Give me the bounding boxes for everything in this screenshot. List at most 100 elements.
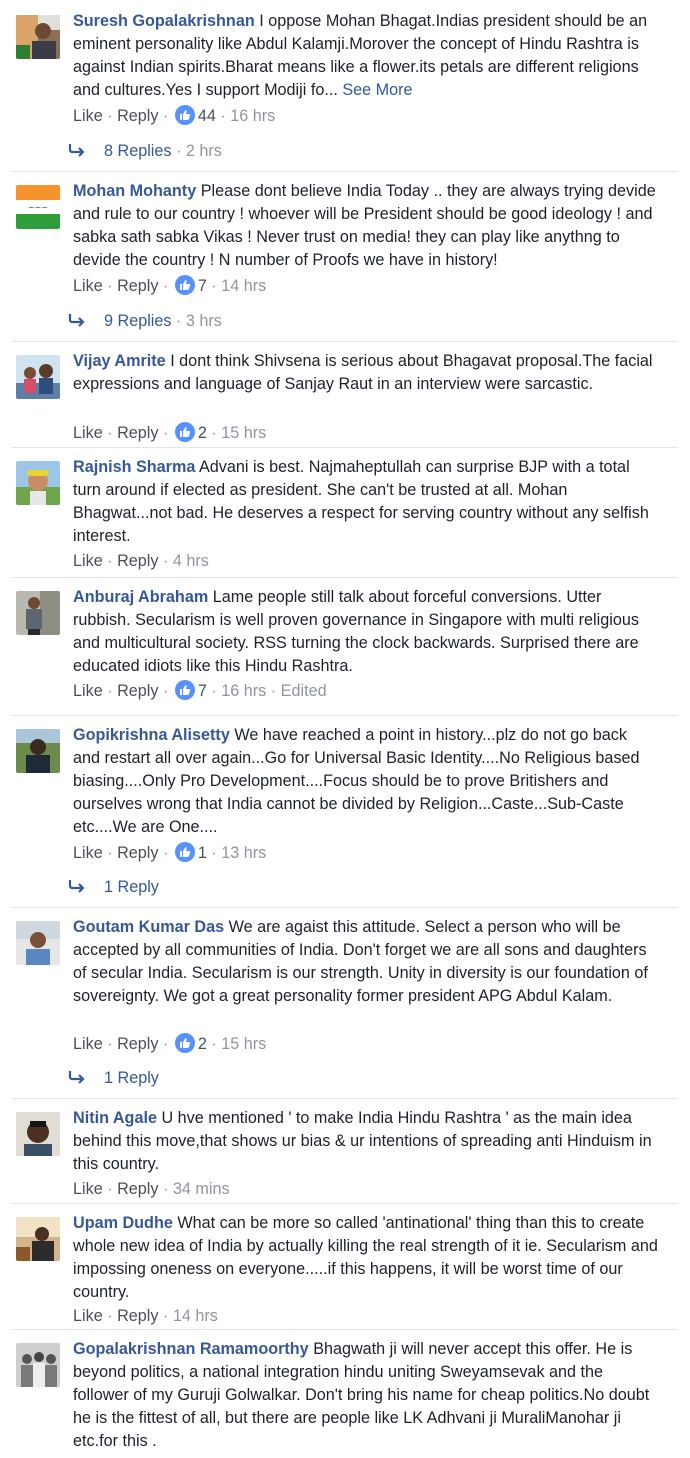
commenter-name[interactable]: Mohan Mohanty [73, 182, 196, 200]
avatar[interactable] [16, 591, 60, 635]
comment-actions: Like · Reply · 14 hrs [73, 1305, 218, 1327]
comment-actions: Like · Reply · 34 mins [73, 1178, 230, 1200]
comment: Gopikrishna Alisetty We have reached a p… [0, 715, 690, 836]
comment-timestamp[interactable]: 14 hrs [221, 277, 266, 295]
comment-divider [12, 1098, 678, 1099]
replies-count[interactable]: 8 Replies [104, 142, 172, 160]
commenter-name[interactable]: Goutam Kumar Das [73, 918, 224, 936]
like-link[interactable]: Like [73, 552, 103, 570]
comment-timestamp[interactable]: 34 mins [173, 1180, 230, 1198]
comment-timestamp[interactable]: 15 hrs [221, 424, 266, 442]
commenter-name[interactable]: Gopalakrishnan Ramamoorthy [73, 1340, 309, 1358]
replies-count[interactable]: 9 Replies [104, 312, 172, 330]
separator-dot: · [158, 107, 173, 125]
like-link[interactable]: Like [73, 424, 103, 442]
separator-dot: · [158, 682, 173, 700]
comment-body: Nitin Agale U hve mentioned ' to make In… [73, 1107, 658, 1176]
edited-label[interactable]: Edited [281, 682, 327, 700]
separator-dot: · [206, 844, 222, 862]
reply-link[interactable]: Reply [117, 1307, 158, 1325]
replies-count[interactable]: 1 Reply [104, 1069, 159, 1087]
comment-timestamp[interactable]: 16 hrs [221, 682, 266, 700]
comment: Anburaj Abraham Lame people still talk a… [0, 577, 690, 675]
reply-link[interactable]: Reply [117, 844, 158, 862]
commenter-name[interactable]: Upam Dudhe [73, 1214, 173, 1232]
reply-link[interactable]: Reply [117, 277, 158, 295]
comment: Suresh Gopalakrishnan I oppose Mohan Bha… [0, 8, 690, 99]
comment-divider [12, 171, 678, 172]
separator-dot: · [158, 1035, 173, 1053]
reply-link[interactable]: Reply [117, 1180, 158, 1198]
separator-dot: · [215, 107, 231, 125]
like-count[interactable]: 2 [198, 1035, 207, 1053]
like-link[interactable]: Like [73, 107, 103, 125]
like-link[interactable]: Like [73, 1180, 103, 1198]
like-link[interactable]: Like [73, 1035, 103, 1053]
like-count[interactable]: 2 [198, 424, 207, 442]
reply-link[interactable]: Reply [117, 1035, 158, 1053]
avatar[interactable] [16, 1343, 60, 1387]
like-link[interactable]: Like [73, 844, 103, 862]
like-count[interactable]: 7 [198, 277, 207, 295]
replies-count[interactable]: 1 Reply [104, 878, 159, 896]
comment-actions: Like · Reply · 2 · 15 hrs [73, 422, 266, 444]
comment-divider [12, 341, 678, 342]
commenter-name[interactable]: Suresh Gopalakrishnan [73, 12, 255, 30]
avatar[interactable] [16, 921, 60, 965]
comment-body: Gopikrishna Alisetty We have reached a p… [73, 724, 658, 839]
like-count[interactable]: 1 [198, 844, 207, 862]
avatar[interactable] [16, 1217, 60, 1261]
view-replies-link[interactable]: 1 Reply [68, 1067, 159, 1089]
like-count[interactable]: 44 [198, 107, 216, 125]
comment: ~~~ Mohan Mohanty Please dont believe Ind… [0, 171, 690, 269]
like-link[interactable]: Like [73, 277, 103, 295]
comment-timestamp[interactable]: 4 hrs [173, 552, 209, 570]
comment-divider [12, 715, 678, 716]
separator-dot: · [102, 844, 118, 862]
comment-timestamp[interactable]: 15 hrs [221, 1035, 266, 1053]
separator-dot: · [158, 1307, 173, 1325]
comment-body: Goutam Kumar Das We are agaist this atti… [73, 916, 658, 1008]
like-count-icon [174, 275, 195, 295]
separator-dot: · [206, 424, 222, 442]
avatar[interactable]: ~~~ [16, 185, 60, 229]
comment-body: Suresh Gopalakrishnan I oppose Mohan Bha… [73, 10, 658, 102]
like-count-icon [174, 105, 195, 125]
comment-actions: Like · Reply · 4 hrs [73, 550, 209, 572]
view-replies-link[interactable]: 1 Reply [68, 876, 159, 898]
reply-link[interactable]: Reply [117, 682, 158, 700]
like-link[interactable]: Like [73, 1307, 103, 1325]
like-count-icon [174, 1033, 195, 1053]
separator-dot: · [102, 1180, 118, 1198]
comment-timestamp[interactable]: 13 hrs [221, 844, 266, 862]
comment-body: Mohan Mohanty Please dont believe India … [73, 180, 658, 272]
comment: Upam Dudhe What can be more so called 'a… [0, 1203, 690, 1301]
commenter-name[interactable]: Anburaj Abraham [73, 588, 208, 606]
view-replies-link[interactable]: 8 Replies · 2 hrs [68, 140, 222, 162]
like-count-icon [174, 842, 195, 862]
comment-timestamp[interactable]: 14 hrs [173, 1307, 218, 1325]
separator-dot: · [102, 682, 118, 700]
like-count[interactable]: 7 [198, 682, 207, 700]
commenter-name[interactable]: Rajnish Sharma [73, 458, 195, 476]
commenter-name[interactable]: Gopikrishna Alisetty [73, 726, 230, 744]
avatar[interactable] [16, 461, 60, 505]
separator-dot: · [171, 312, 186, 330]
avatar[interactable] [16, 1112, 60, 1156]
svg-text:~~~: ~~~ [28, 203, 48, 212]
commenter-name[interactable]: Vijay Amrite [73, 352, 166, 370]
separator-dot: · [266, 682, 281, 700]
comment-timestamp[interactable]: 16 hrs [230, 107, 275, 125]
like-link[interactable]: Like [73, 682, 103, 700]
reply-link[interactable]: Reply [117, 552, 158, 570]
avatar[interactable] [16, 729, 60, 773]
see-more-link[interactable]: See More [342, 81, 412, 99]
reply-link[interactable]: Reply [117, 424, 158, 442]
commenter-name[interactable]: Nitin Agale [73, 1109, 157, 1127]
avatar[interactable] [16, 355, 60, 399]
avatar[interactable] [16, 15, 60, 59]
reply-link[interactable]: Reply [117, 107, 158, 125]
view-replies-link[interactable]: 9 Replies · 3 hrs [68, 310, 222, 332]
comment-divider [12, 447, 678, 448]
like-count-icon [174, 422, 195, 442]
